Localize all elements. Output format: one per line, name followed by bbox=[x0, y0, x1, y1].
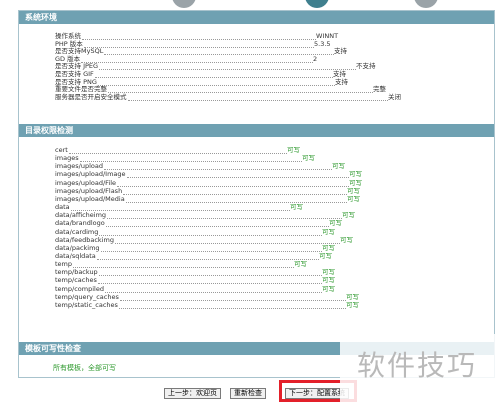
dotted-leader bbox=[80, 154, 302, 163]
dotted-leader bbox=[115, 236, 340, 244]
row-label: data bbox=[55, 203, 70, 212]
row-label: data/feedbackimg bbox=[55, 235, 114, 244]
row-value: 可写 bbox=[329, 219, 342, 228]
check-row: images 可写 bbox=[55, 154, 315, 163]
row-label: data/cardimg bbox=[55, 227, 99, 236]
check-row: images/upload/Flash 可写 bbox=[55, 186, 360, 195]
row-label: images/upload/Flash bbox=[55, 186, 123, 195]
row-value: 可写 bbox=[322, 227, 335, 236]
check-row: images/upload/File 可写 bbox=[55, 178, 362, 187]
template-summary: 所有模板，全部可写 bbox=[53, 364, 116, 372]
check-row: data/sqldata 可写 bbox=[55, 251, 332, 260]
row-label: temp/backup bbox=[55, 268, 98, 277]
dotted-leader bbox=[128, 93, 388, 101]
row-value: 不支持 bbox=[356, 62, 376, 71]
dotted-leader bbox=[119, 301, 346, 309]
check-row: images/upload/Media 可写 bbox=[55, 194, 360, 203]
row-value: 关闭 bbox=[388, 92, 401, 101]
row-label: images/upload/Media bbox=[55, 194, 125, 203]
section-header-env: 系统环境 bbox=[19, 11, 494, 24]
row-value: 可写 bbox=[332, 162, 345, 171]
watermark-text: 软件技巧 bbox=[357, 349, 478, 382]
row-value: 可写 bbox=[346, 292, 359, 301]
row-label: data/packimg bbox=[55, 243, 100, 252]
dotted-leader bbox=[123, 187, 347, 195]
row-label: 服务器是否开启安全模式 bbox=[55, 92, 127, 101]
row-value: 支持 bbox=[334, 47, 347, 56]
check-row: temp 可写 bbox=[55, 260, 307, 269]
check-row: data/brandlogo 可写 bbox=[55, 219, 342, 228]
dotted-leader bbox=[98, 276, 322, 285]
row-label: data/brandlogo bbox=[55, 219, 105, 228]
row-value: 可写 bbox=[319, 251, 332, 260]
row-label: temp bbox=[55, 260, 73, 269]
check-row: 服务器是否开启安全模式 关闭 bbox=[55, 92, 401, 101]
row-value: 可写 bbox=[347, 194, 360, 203]
row-label: data/afficheimg bbox=[55, 211, 107, 220]
step-indicator bbox=[0, 0, 500, 10]
check-row: data/afficheimg 可写 bbox=[55, 211, 355, 220]
recheck-button[interactable]: 重新检查 bbox=[230, 388, 266, 399]
dotted-leader bbox=[120, 293, 346, 301]
check-row: images/upload/Image 可写 bbox=[55, 170, 362, 179]
dotted-leader bbox=[127, 170, 349, 179]
row-label: images/upload bbox=[55, 162, 103, 171]
row-value: 可写 bbox=[342, 211, 355, 220]
row-value: 可写 bbox=[346, 300, 359, 309]
check-row: cert 可写 bbox=[55, 146, 300, 154]
dotted-leader bbox=[105, 285, 322, 293]
dotted-leader bbox=[106, 219, 329, 228]
dotted-leader bbox=[104, 162, 332, 171]
row-value: 可写 bbox=[349, 178, 362, 187]
row-value: 可写 bbox=[347, 186, 360, 195]
check-row: temp/compiled 可写 bbox=[55, 284, 335, 293]
row-value: 可写 bbox=[349, 170, 362, 179]
dotted-leader bbox=[97, 252, 319, 260]
check-row: temp/query_caches 可写 bbox=[55, 292, 359, 301]
step-circle-2-active bbox=[305, 0, 329, 8]
check-row: temp/backup 可写 bbox=[55, 268, 335, 277]
dotted-leader bbox=[101, 244, 322, 252]
check-row: temp/caches 可写 bbox=[55, 276, 335, 285]
row-value: 可写 bbox=[294, 260, 307, 269]
prev-step-button[interactable]: 上一步：欢迎页 bbox=[164, 388, 221, 399]
check-row: data 可写 bbox=[55, 203, 303, 212]
row-value: 可写 bbox=[340, 235, 353, 244]
row-value: 可写 bbox=[322, 284, 335, 293]
row-value: 可写 bbox=[322, 276, 335, 285]
row-label: temp/compiled bbox=[55, 284, 104, 293]
dotted-leader bbox=[73, 260, 294, 269]
row-label: images/upload/Image bbox=[55, 170, 126, 179]
row-label: images bbox=[55, 154, 79, 163]
check-row: data/cardimg 可写 bbox=[55, 227, 335, 236]
check-row: data/packimg 可写 bbox=[55, 243, 335, 252]
step-circle-3 bbox=[414, 0, 438, 8]
check-row: temp/static_caches 可写 bbox=[55, 300, 359, 309]
row-value: 可写 bbox=[322, 243, 335, 252]
row-label: images/upload/File bbox=[55, 178, 117, 187]
check-row: data/feedbackimg 可写 bbox=[55, 235, 353, 244]
row-value: 可写 bbox=[290, 203, 303, 212]
row-value: 可写 bbox=[322, 268, 335, 277]
row-label: data/sqldata bbox=[55, 251, 96, 260]
dotted-leader bbox=[126, 195, 347, 203]
dotted-leader bbox=[99, 228, 322, 236]
row-value: 可写 bbox=[302, 154, 315, 163]
watermark: 软件技巧 bbox=[340, 334, 500, 404]
row-label: cert bbox=[55, 146, 68, 154]
dotted-leader bbox=[69, 146, 287, 154]
row-label: temp/static_caches bbox=[55, 300, 118, 309]
check-row: images/upload 可写 bbox=[55, 162, 345, 171]
row-value: 可写 bbox=[287, 146, 300, 154]
row-label: temp/caches bbox=[55, 276, 97, 285]
row-label: temp/query_caches bbox=[55, 292, 119, 301]
dotted-leader bbox=[71, 203, 290, 212]
step-circle-1 bbox=[172, 0, 196, 8]
dotted-leader bbox=[117, 179, 349, 187]
section-header-permissions: 目录权限检测 bbox=[19, 124, 494, 137]
dotted-leader bbox=[99, 268, 322, 277]
dotted-leader bbox=[107, 211, 342, 220]
install-check-panel: 系统环境 操作系统 WINNT PHP 版本 5.3.5 是否支持MySQL 支持 GD 版… bbox=[18, 10, 495, 378]
